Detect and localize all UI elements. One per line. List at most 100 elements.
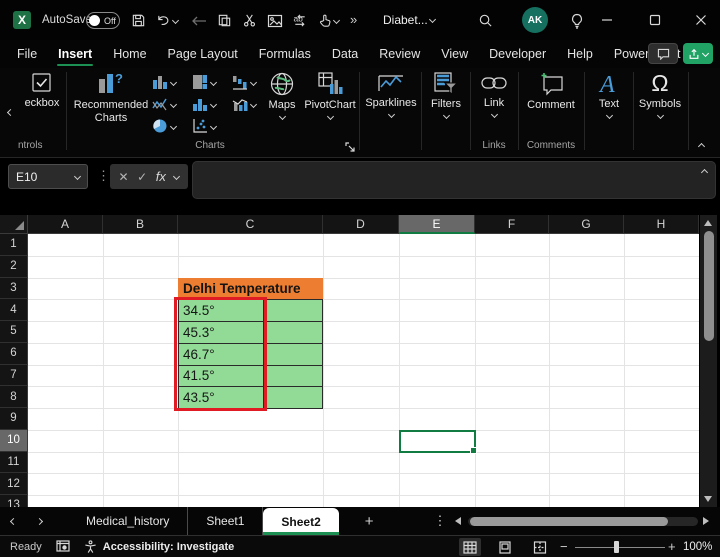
link-button[interactable]: Link: [473, 71, 515, 117]
row-header-12[interactable]: 12: [0, 473, 28, 495]
previous-sheet-icon[interactable]: [0, 507, 26, 535]
close-button[interactable]: [692, 12, 710, 28]
pivotchart-button[interactable]: PivotChart: [303, 71, 357, 119]
undo-dropdown-icon[interactable]: [172, 17, 179, 24]
ribbon-tab[interactable]: Developer: [488, 43, 547, 65]
copy-icon[interactable]: [216, 12, 233, 29]
table-empty-cell[interactable]: [263, 365, 323, 388]
macro-record-icon[interactable]: [56, 540, 70, 553]
active-cell-selection[interactable]: [399, 430, 476, 453]
column-header-B[interactable]: B: [103, 215, 178, 234]
column-header-E[interactable]: E: [399, 215, 475, 234]
avatar[interactable]: AK: [522, 7, 548, 33]
charts-dialog-launcher-icon[interactable]: [345, 142, 356, 153]
touch-mode-dropdown-icon[interactable]: [333, 17, 340, 24]
column-header-A[interactable]: A: [28, 215, 103, 234]
column-header-C[interactable]: C: [178, 215, 323, 234]
zoom-slider-knob[interactable]: [614, 541, 619, 553]
cancel-icon[interactable]: ✕: [119, 170, 129, 184]
ribbon-tab[interactable]: Insert: [57, 43, 93, 65]
sheet-tab[interactable]: Sheet2: [263, 508, 338, 535]
table-empty-cell[interactable]: [263, 321, 323, 344]
maps-button[interactable]: Maps: [262, 71, 302, 119]
filters-button[interactable]: Filters: [424, 71, 468, 118]
row-header-2[interactable]: 2: [0, 256, 28, 278]
title-dropdown-icon[interactable]: [429, 16, 436, 23]
normal-view-button[interactable]: [459, 538, 481, 556]
scroll-up-icon[interactable]: [704, 220, 712, 226]
ribbon-tab[interactable]: View: [440, 43, 469, 65]
scatter-chart-button[interactable]: [192, 118, 216, 134]
insert-function-icon[interactable]: fx: [156, 169, 166, 184]
row-header-9[interactable]: 9: [0, 408, 28, 430]
zoom-out-icon[interactable]: −: [560, 539, 568, 554]
page-break-view-button[interactable]: [529, 538, 551, 556]
accessibility-icon[interactable]: [84, 540, 97, 553]
row-header-3[interactable]: 3: [0, 278, 28, 300]
combo-chart-button[interactable]: [232, 96, 256, 112]
touch-mode-icon[interactable]: [316, 12, 333, 29]
select-all-corner[interactable]: [0, 215, 28, 234]
column-header-G[interactable]: G: [549, 215, 624, 234]
enter-icon[interactable]: ✓: [137, 170, 147, 184]
comment-button[interactable]: Comment: [521, 71, 581, 112]
checkbox-button[interactable]: eckbox: [20, 71, 64, 110]
qat-overflow-icon[interactable]: »: [350, 12, 357, 27]
formula-input[interactable]: [192, 161, 716, 199]
cut-icon[interactable]: [241, 12, 258, 29]
search-icon[interactable]: [477, 12, 494, 29]
minimize-button[interactable]: [598, 12, 616, 28]
column-header-H[interactable]: H: [624, 215, 699, 234]
maximize-button[interactable]: [646, 12, 664, 28]
ribbon-tab[interactable]: Home: [112, 43, 147, 65]
sheet-tab[interactable]: Medical_history: [68, 507, 188, 535]
row-header-10[interactable]: 10: [0, 430, 28, 452]
ribbon-tab[interactable]: Page Layout: [167, 43, 239, 65]
sparklines-button[interactable]: Sparklines: [362, 71, 420, 117]
row-header-7[interactable]: 7: [0, 365, 28, 387]
ribbon-tab[interactable]: File: [16, 43, 38, 65]
picture-icon[interactable]: [266, 12, 283, 29]
row-header-6[interactable]: 6: [0, 343, 28, 365]
page-layout-view-button[interactable]: [494, 538, 516, 556]
lightbulb-icon[interactable]: [568, 12, 585, 29]
undo-icon[interactable]: [155, 12, 172, 29]
row-header-13[interactable]: 13: [0, 495, 28, 507]
treemap-chart-button[interactable]: [192, 74, 216, 90]
row-header-1[interactable]: 1: [0, 234, 28, 256]
histogram-chart-button[interactable]: [192, 96, 216, 112]
ribbon-tab[interactable]: Help: [566, 43, 594, 65]
horizontal-scrollbar-thumb[interactable]: [470, 517, 668, 526]
scroll-down-icon[interactable]: [704, 496, 712, 502]
recommended-charts-button[interactable]: ? Recommended Charts: [72, 71, 150, 124]
row-header-8[interactable]: 8: [0, 386, 28, 408]
comments-pane-button[interactable]: [648, 43, 678, 64]
collapse-ribbon-icon[interactable]: [698, 143, 705, 150]
zoom-slider-track[interactable]: [575, 547, 665, 548]
table-empty-cell[interactable]: [263, 343, 323, 366]
ribbon-scroll-left-icon[interactable]: [7, 109, 14, 116]
table-empty-cell[interactable]: [263, 386, 323, 409]
text-button[interactable]: A Text: [588, 71, 630, 118]
row-header-11[interactable]: 11: [0, 452, 28, 474]
ribbon-tab[interactable]: Review: [378, 43, 421, 65]
pie-chart-button[interactable]: [152, 118, 176, 134]
ribbon-tab[interactable]: Formulas: [258, 43, 312, 65]
column-header-D[interactable]: D: [323, 215, 399, 234]
zoom-in-icon[interactable]: +: [668, 539, 676, 554]
ribbon-tab[interactable]: Data: [331, 43, 359, 65]
column-header-F[interactable]: F: [475, 215, 549, 234]
sheet-tab[interactable]: Sheet1: [188, 507, 263, 535]
vertical-scrollbar[interactable]: [700, 215, 717, 507]
table-empty-cell[interactable]: [263, 299, 323, 322]
row-header-5[interactable]: 5: [0, 321, 28, 343]
translate-icon[interactable]: ab: [291, 12, 308, 29]
vertical-scrollbar-thumb[interactable]: [704, 231, 714, 341]
autosave-toggle[interactable]: Off: [86, 12, 120, 29]
scroll-left-icon[interactable]: [455, 517, 461, 525]
name-box[interactable]: E10: [8, 164, 88, 189]
row-header-4[interactable]: 4: [0, 299, 28, 321]
scroll-right-icon[interactable]: [703, 517, 709, 525]
symbols-button[interactable]: Ω Symbols: [636, 71, 684, 118]
sheet-tab-options-icon[interactable]: ⋮: [434, 507, 447, 535]
